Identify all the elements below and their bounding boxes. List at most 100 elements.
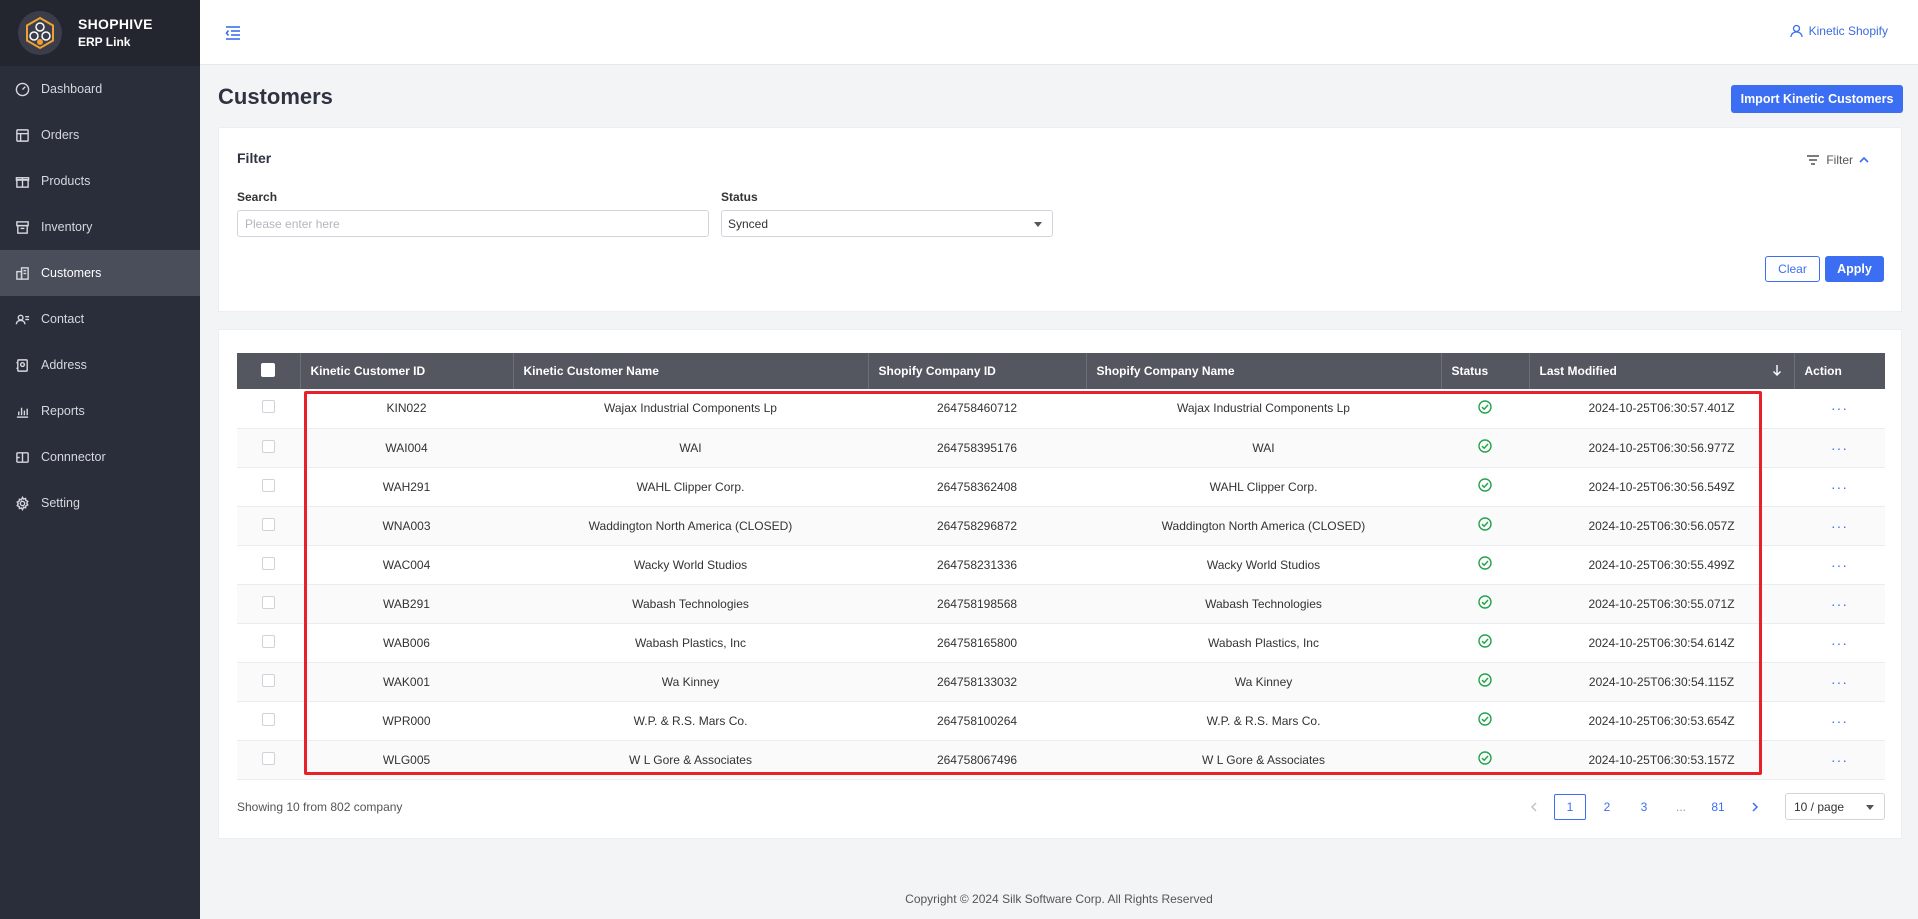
check-circle-icon	[1478, 478, 1492, 492]
select-all-header	[237, 353, 301, 389]
sidebar-item-dashboard[interactable]: Dashboard	[0, 66, 200, 112]
apply-button[interactable]: Apply	[1825, 256, 1884, 282]
col-kinetic-customer-id[interactable]: Kinetic Customer ID	[300, 353, 514, 389]
next-page-icon[interactable]	[1739, 794, 1771, 820]
user-menu[interactable]: Kinetic Shopify	[1789, 24, 1888, 38]
row-checkbox[interactable]	[262, 478, 275, 492]
check-circle-icon	[1478, 439, 1492, 453]
footer-copyright: Copyright © 2024 Silk Software Corp. All…	[905, 892, 1213, 906]
sidebar-item-reports[interactable]: Reports	[0, 388, 200, 434]
building-icon	[13, 264, 31, 282]
page-2[interactable]: 2	[1591, 794, 1623, 820]
page-3[interactable]: 3	[1628, 794, 1660, 820]
shopify-company-id: 264758100264	[868, 701, 1086, 741]
row-checkbox[interactable]	[262, 595, 275, 609]
table-row: WNA003 Waddington North America (CLOSED) 2…	[237, 506, 1885, 546]
sidebar-item-products[interactable]: Products	[0, 158, 200, 204]
kinetic-customer-name: Wa Kinney	[513, 662, 868, 702]
check-circle-icon	[1478, 712, 1492, 726]
sidebar-item-contact[interactable]: Contact	[0, 296, 200, 342]
last-modified: 2024-10-25T06:30:55.499Z	[1529, 545, 1794, 585]
status-cell	[1441, 428, 1529, 468]
import-kinetic-customers-button[interactable]: Import Kinetic Customers	[1731, 85, 1903, 113]
more-actions-icon[interactable]: ···	[1831, 440, 1848, 456]
shopify-company-id: 264758460712	[868, 389, 1086, 429]
action-cell: ···	[1794, 545, 1885, 585]
kinetic-customer-id: WAC004	[300, 545, 513, 585]
last-modified: 2024-10-25T06:30:54.614Z	[1529, 623, 1794, 663]
sort-desc-icon[interactable]	[1772, 364, 1782, 376]
kinetic-customer-id: WPR000	[300, 701, 513, 741]
sidebar-item-inventory[interactable]: Inventory	[0, 204, 200, 250]
sidebar-item-connnector[interactable]: Connnector	[0, 434, 200, 480]
status-select-value: Synced	[728, 216, 769, 231]
status-cell	[1441, 623, 1529, 663]
row-select-cell	[237, 428, 300, 468]
status-cell	[1441, 389, 1529, 429]
shopify-company-id: 264758296872	[868, 506, 1086, 546]
more-actions-icon[interactable]: ···	[1831, 674, 1848, 690]
page-title: Customers	[218, 84, 333, 109]
more-actions-icon[interactable]: ···	[1831, 479, 1848, 495]
shopify-company-id: 264758395176	[868, 428, 1086, 468]
kinetic-customer-id: WNA003	[300, 506, 513, 546]
more-actions-icon[interactable]: ···	[1831, 400, 1848, 416]
sidebar-item-customers[interactable]: Customers	[0, 250, 200, 296]
caret-down-icon	[1034, 222, 1042, 227]
row-select-cell	[237, 545, 300, 585]
shopify-company-id: 264758165800	[868, 623, 1086, 663]
search-input[interactable]	[237, 210, 709, 237]
filter-toggle[interactable]: Filter	[1800, 153, 1875, 167]
row-checkbox[interactable]	[262, 673, 275, 687]
sidebar-item-label: Orders	[41, 128, 80, 142]
page-ellipsis[interactable]: ...	[1665, 794, 1697, 820]
filter-toggle-label: Filter	[1826, 153, 1853, 167]
sidebar-item-address[interactable]: Address	[0, 342, 200, 388]
status-select[interactable]: Synced	[721, 210, 1053, 237]
sidebar-item-setting[interactable]: Setting	[0, 480, 200, 526]
col-status[interactable]: Status	[1441, 353, 1530, 389]
more-actions-icon[interactable]: ···	[1831, 635, 1848, 651]
more-actions-icon[interactable]: ···	[1831, 596, 1848, 612]
col-last-modified[interactable]: Last Modified	[1529, 353, 1795, 389]
row-checkbox[interactable]	[262, 400, 275, 414]
address-icon	[13, 356, 31, 374]
row-checkbox[interactable]	[262, 556, 275, 570]
status-cell	[1441, 506, 1529, 546]
shopify-company-name: Wacky World Studios	[1086, 545, 1441, 585]
row-checkbox[interactable]	[262, 634, 275, 648]
page-size-select[interactable]: 10 / page	[1785, 793, 1885, 820]
check-circle-icon	[1478, 556, 1492, 570]
shopify-company-id: 264758067496	[868, 740, 1086, 780]
col-kinetic-customer-name[interactable]: Kinetic Customer Name	[513, 353, 869, 389]
collapse-menu-icon[interactable]	[224, 24, 242, 42]
sidebar-item-orders[interactable]: Orders	[0, 112, 200, 158]
kinetic-customer-id: WAB291	[300, 584, 513, 624]
shopify-company-name: WAI	[1086, 428, 1441, 468]
user-name: Kinetic Shopify	[1808, 24, 1888, 38]
shopify-company-name: WAHL Clipper Corp.	[1086, 467, 1441, 507]
action-cell: ···	[1794, 584, 1885, 624]
more-actions-icon[interactable]: ···	[1831, 557, 1848, 573]
col-shopify-company-name[interactable]: Shopify Company Name	[1086, 353, 1442, 389]
check-circle-icon	[1478, 751, 1492, 765]
shopify-company-name: W.P. & R.S. Mars Co.	[1086, 701, 1441, 741]
shopify-company-id: 264758198568	[868, 584, 1086, 624]
action-cell: ···	[1794, 623, 1885, 663]
table-row: WAK001 Wa Kinney 264758133032 Wa Kinney 2024…	[237, 662, 1885, 702]
col-shopify-company-id[interactable]: Shopify Company ID	[868, 353, 1087, 389]
page-1[interactable]: 1	[1554, 793, 1586, 820]
more-actions-icon[interactable]: ···	[1831, 752, 1848, 768]
row-checkbox[interactable]	[262, 751, 275, 765]
prev-page-icon[interactable]	[1517, 794, 1549, 820]
row-checkbox[interactable]	[262, 517, 275, 531]
select-all-checkbox[interactable]	[261, 362, 276, 377]
row-checkbox[interactable]	[262, 439, 275, 453]
more-actions-icon[interactable]: ···	[1831, 518, 1848, 534]
row-checkbox[interactable]	[262, 712, 275, 726]
page-81[interactable]: 81	[1702, 794, 1734, 820]
more-actions-icon[interactable]: ···	[1831, 713, 1848, 729]
kinetic-customer-name: W L Gore & Associates	[513, 740, 868, 780]
clear-button[interactable]: Clear	[1765, 256, 1820, 282]
status-cell	[1441, 467, 1529, 507]
